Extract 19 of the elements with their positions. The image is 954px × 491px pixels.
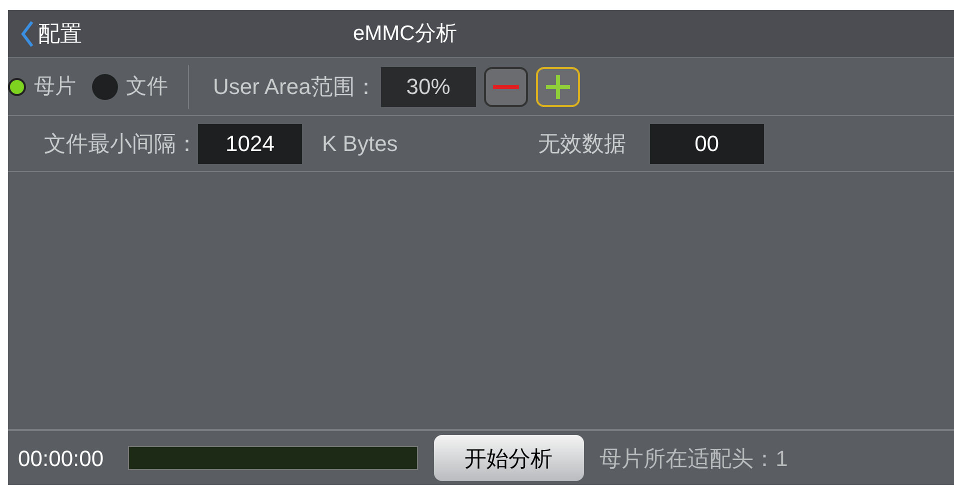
window-title: eMMC分析 [353, 21, 457, 47]
plus-icon [544, 74, 571, 100]
status-text: 母片所在适配头：1 [600, 444, 788, 472]
elapsed-time: 00:00:00 [18, 444, 104, 472]
unit-label: K Bytes [322, 130, 398, 158]
minus-icon [492, 84, 519, 88]
user-area-field[interactable]: 30% [380, 66, 476, 106]
back-icon [20, 20, 34, 48]
start-analysis-button[interactable]: 开始分析 [434, 435, 584, 481]
back-button[interactable]: 配置 [8, 17, 82, 50]
increase-button[interactable] [536, 66, 580, 106]
invalid-data-label: 无效数据 [538, 130, 626, 158]
radio-option[interactable]: 母片 [8, 70, 76, 102]
min-interval-field[interactable]: 1024 [198, 124, 302, 164]
radio-option[interactable]: 文件 [92, 70, 168, 102]
user-area-label: User Area范围： [213, 73, 377, 101]
decrease-button[interactable] [484, 66, 528, 106]
invalid-data-field[interactable]: 00 [650, 124, 764, 164]
min-interval-label: 文件最小间隔： [44, 130, 198, 158]
